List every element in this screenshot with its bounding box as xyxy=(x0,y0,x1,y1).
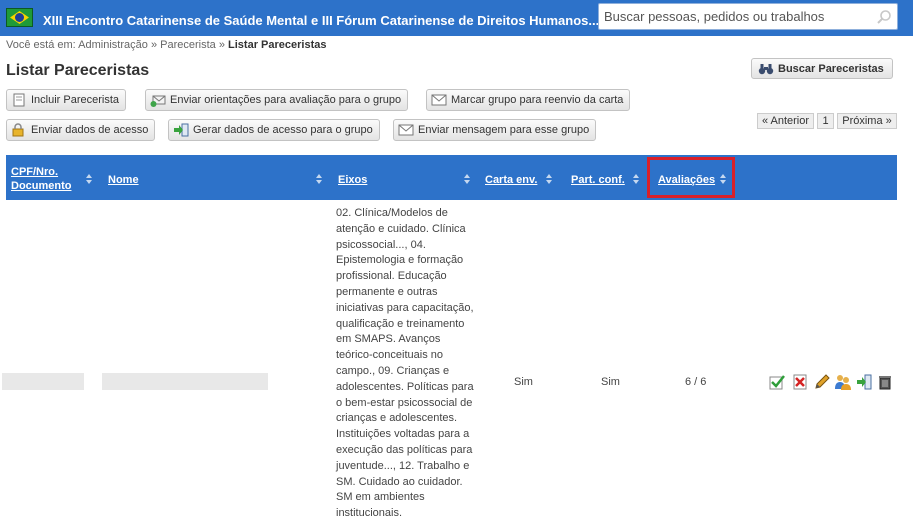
nome-cell-redacted xyxy=(102,373,268,390)
envelope-icon xyxy=(398,123,414,137)
column-header-carta-env[interactable]: Carta env. xyxy=(485,173,537,187)
eixos-cell: 02. Clínica/Modelos de atenção e cuidado… xyxy=(336,207,474,520)
breadcrumb-separator: » xyxy=(218,39,225,51)
incluir-parecerista-button[interactable]: Incluir Parecerista xyxy=(6,89,127,111)
page-title: Listar Pareceristas xyxy=(6,62,150,79)
event-title[interactable]: XIII Encontro Catarinense de Saúde Menta… xyxy=(43,13,599,28)
breadcrumb: Você está em: Administração » Parecerist… xyxy=(6,39,326,51)
key-lock-icon xyxy=(11,123,27,137)
pagination-next[interactable]: Próxima » xyxy=(837,113,897,129)
send-group-icon xyxy=(150,93,166,107)
breadcrumb-current: Listar Pareceristas xyxy=(228,39,327,51)
carta-env-cell: Sim xyxy=(514,376,533,388)
breadcrumb-prefix: Você está em: xyxy=(6,39,76,51)
marcar-grupo-reenvio-button[interactable]: Marcar grupo para reenvio da carta xyxy=(426,89,631,111)
sort-icon[interactable] xyxy=(633,174,640,185)
sort-icon[interactable] xyxy=(86,174,93,185)
brazil-flag-icon xyxy=(6,8,33,27)
search-icon[interactable] xyxy=(876,9,892,25)
enviar-mensagem-grupo-label: Enviar mensagem para esse grupo xyxy=(418,124,590,136)
column-header-cpf[interactable]: CPF/Nro. Documento xyxy=(11,165,81,193)
enviar-mensagem-grupo-button[interactable]: Enviar mensagem para esse grupo xyxy=(393,119,597,141)
sort-icon[interactable] xyxy=(316,174,323,185)
export-icon xyxy=(173,123,189,137)
cpf-cell-redacted xyxy=(2,373,84,390)
search-pareceristas-label: Buscar Pareceristas xyxy=(778,62,884,75)
breadcrumb-link-parecerista[interactable]: Parecerista xyxy=(160,39,216,51)
enviar-dados-acesso-label: Enviar dados de acesso xyxy=(31,124,149,136)
sort-icon[interactable] xyxy=(546,174,553,185)
highlight-box xyxy=(647,157,735,198)
trash-icon[interactable] xyxy=(877,374,893,390)
search-box xyxy=(598,3,898,30)
column-header-eixos[interactable]: Eixos xyxy=(338,173,367,187)
avaliacoes-cell: 6 / 6 xyxy=(685,376,707,388)
enviar-orientacoes-button[interactable]: Enviar orientações para avaliação para o… xyxy=(145,89,409,111)
envelope-icon xyxy=(431,93,447,107)
part-conf-cell: Sim xyxy=(601,376,620,388)
search-pareceristas-button[interactable]: Buscar Pareceristas xyxy=(751,58,893,79)
incluir-parecerista-label: Incluir Parecerista xyxy=(31,94,120,106)
sort-icon[interactable] xyxy=(464,174,471,185)
search-input[interactable] xyxy=(599,4,874,29)
confirm-check-icon[interactable] xyxy=(769,374,785,390)
cancel-x-icon[interactable] xyxy=(792,374,808,390)
enviar-dados-acesso-button[interactable]: Enviar dados de acesso xyxy=(6,119,156,141)
users-group-icon[interactable] xyxy=(834,374,852,390)
edit-pencil-icon[interactable] xyxy=(814,374,830,390)
gerar-dados-acesso-label: Gerar dados de acesso para o grupo xyxy=(193,124,373,136)
table-header xyxy=(6,155,897,200)
marcar-grupo-reenvio-label: Marcar grupo para reenvio da carta xyxy=(451,94,624,106)
pagination-page-1[interactable]: 1 xyxy=(817,113,834,129)
column-header-part-conf[interactable]: Part. conf. xyxy=(571,173,625,187)
binoculars-icon xyxy=(758,62,774,76)
enviar-orientacoes-label: Enviar orientações para avaliação para o… xyxy=(170,94,402,106)
add-document-icon xyxy=(11,93,27,107)
breadcrumb-separator: » xyxy=(150,39,158,51)
column-header-nome[interactable]: Nome xyxy=(108,173,139,187)
login-arrow-icon[interactable] xyxy=(856,374,872,390)
breadcrumb-link-administracao[interactable]: Administração xyxy=(78,39,148,51)
gerar-dados-acesso-button[interactable]: Gerar dados de acesso para o grupo xyxy=(168,119,380,141)
pagination-previous[interactable]: « Anterior xyxy=(757,113,814,129)
